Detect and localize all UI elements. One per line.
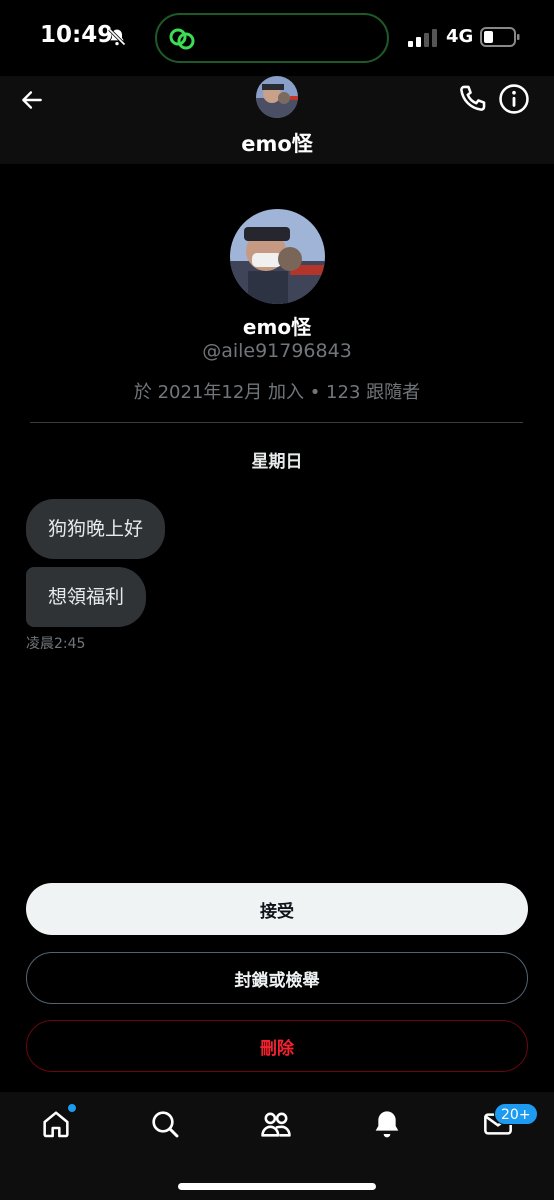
nav-communities[interactable] <box>258 1106 294 1142</box>
home-icon <box>43 1111 69 1138</box>
battery-icon <box>480 27 520 47</box>
delete-button[interactable]: 刪除 <box>26 1020 528 1072</box>
message-bubble[interactable]: 想領福利 <box>26 567 147 627</box>
search-icon <box>152 1111 179 1138</box>
status-time: 10:49 <box>40 22 114 48</box>
header-title: emo怪 <box>241 132 313 156</box>
arrow-left-icon <box>22 91 42 109</box>
avatar-image <box>256 76 298 118</box>
nav-home[interactable] <box>38 1103 77 1142</box>
profile-meta: 於 2021年12月 加入 • 123 跟隨者 <box>133 382 421 403</box>
block-or-report-button[interactable]: 封鎖或檢舉 <box>26 952 528 1004</box>
profile-handle[interactable]: @aile91796843 <box>0 340 554 362</box>
profile-name: emo怪 <box>242 315 312 339</box>
nav-notifications[interactable] <box>369 1106 405 1142</box>
network-type: 4G <box>446 26 474 47</box>
dynamic-island[interactable] <box>155 13 389 63</box>
header-avatar[interactable] <box>256 76 298 118</box>
phone-icon <box>460 85 486 111</box>
people-icon <box>261 1112 291 1137</box>
avatar-image <box>230 209 325 304</box>
back-button[interactable] <box>16 84 48 116</box>
profile-avatar[interactable] <box>230 209 325 304</box>
bell-icon <box>375 1111 399 1138</box>
status-bar: 10:49 4G <box>0 0 554 76</box>
accept-button[interactable]: 接受 <box>26 883 528 935</box>
home-indicator[interactable] <box>178 1183 376 1190</box>
link-icon <box>169 28 195 50</box>
messages-badge: 20+ <box>494 1103 538 1125</box>
nav-search[interactable] <box>147 1106 183 1142</box>
conversation-header: emo怪 <box>0 76 554 164</box>
signal-icon <box>408 29 437 47</box>
message-bubble[interactable]: 狗狗晚上好 <box>26 499 166 559</box>
info-button[interactable] <box>497 82 531 116</box>
day-separator: 星期日 <box>251 452 303 472</box>
call-button[interactable] <box>455 82 489 116</box>
divider <box>30 422 523 423</box>
new-content-dot <box>67 1103 77 1113</box>
info-icon <box>499 84 529 114</box>
message-timestamp: 凌晨2:45 <box>26 636 86 652</box>
bell-off-icon <box>108 28 126 46</box>
